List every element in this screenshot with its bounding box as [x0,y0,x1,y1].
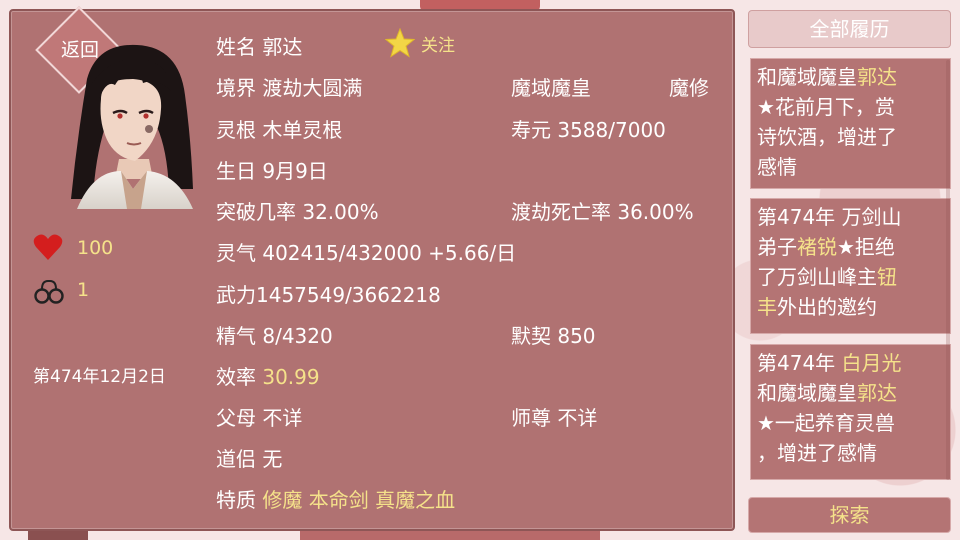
character-detail-panel: 返回 100 1 第474年12月2日 姓名 郭达 关注 境界 渡劫大圆满 魔域… [9,6,735,531]
master-label: 师尊 [511,406,551,430]
tacit-label: 默契 [511,324,551,348]
name-label: 姓名 [216,35,256,59]
history-entry: 第474年 白月光 和魔域魔皇郭达 ★一起养育灵兽 ，增进了感情 [750,344,951,480]
force-label: 武力 [216,283,256,307]
force-row: 武力1457549/3662218 [216,279,441,308]
history-line: 和魔域魔皇郭达 [757,378,944,408]
path-text: 魔修 [669,76,709,100]
history-text: 第474年 [757,351,842,375]
follow-button[interactable]: 关注 [385,28,455,58]
trait-tag[interactable]: 修魔 [262,488,302,512]
history-text: ★花前月下，赏 [757,95,895,119]
history-highlight: 白月光 [841,351,902,375]
history-line: 丰外出的邀约 [757,292,944,322]
history-text: ★拒绝 [837,235,895,259]
traits-row: 特质 修魔 本命剑 真魔之血 [216,484,455,513]
breakthrough-row: 突破几率 32.00% [216,196,379,225]
history-text: 第474年 万剑山 [757,205,902,229]
partner-row: 道侣 无 [216,443,282,472]
lifespan-row: 寿元 3588/7000 [511,114,666,143]
history-text: ，增进了感情 [757,441,877,465]
partner-value: 无 [262,447,283,471]
parents-value: 不详 [262,406,303,430]
tribulation-label: 渡劫死亡率 [511,200,611,224]
trait-tag[interactable]: 本命剑 [309,488,369,512]
history-line: 第474年 万剑山 [757,202,944,232]
name-value: 郭达 [262,35,303,59]
lifespan-value: 3588/7000 [557,118,666,142]
history-line: ★一起养育灵兽 [757,408,944,438]
root-value: 木单灵根 [262,118,343,142]
realm-row: 境界 渡劫大圆满 [216,72,362,101]
history-line: 弟子褚锐★拒绝 [757,232,944,262]
history-text: 感情 [757,155,797,179]
history-text: ★一起养育灵兽 [757,411,895,435]
history-highlight: 郭达 [857,381,897,405]
root-row: 灵根 木单灵根 [216,114,342,143]
history-text: 和魔域魔皇 [757,381,857,405]
tacit-row: 默契 850 [511,320,596,349]
history-line: 感情 [757,152,944,182]
history-text: 外出的邀约 [777,295,877,319]
partner-label: 道侣 [216,447,256,471]
heart-icon [33,234,63,260]
essence-row: 精气 8/4320 [216,320,333,349]
all-history-button[interactable]: 全部履历 [748,10,951,48]
qi-row: 灵气 402415/432000 +5.66/日 [216,237,516,266]
history-text: 了万剑山峰主 [757,265,877,289]
history-text: 和魔域魔皇 [757,65,857,89]
history-text: 诗饮酒，增进了 [757,125,897,149]
tacit-value: 850 [557,324,596,348]
heart-value: 100 [77,237,114,259]
history-line: ★花前月下，赏 [757,92,944,122]
essence-label: 精气 [216,324,256,348]
breakthrough-value: 32.00% [302,200,379,224]
follow-label[interactable]: 关注 [421,31,455,56]
master-row: 师尊 不详 [511,402,597,431]
history-text: 弟子 [757,235,797,259]
game-date: 第474年12月2日 [33,367,166,387]
trait-tag[interactable]: 真魔之血 [375,488,455,512]
history-line: 诗饮酒，增进了 [757,122,944,152]
history-highlight: 钮 [877,265,897,289]
realm-label: 境界 [216,76,256,100]
character-portrait [71,44,193,209]
parents-row: 父母 不详 [216,402,302,431]
history-highlight: 丰 [757,295,777,319]
history-scrollbar[interactable] [946,60,950,480]
explore-button[interactable]: 探索 [748,497,951,533]
tribulation-row: 渡劫死亡率 36.00% [511,196,694,225]
history-line: 第474年 白月光 [757,348,944,378]
name-row: 姓名 郭达 [216,31,302,60]
lifespan-label: 寿元 [511,118,551,142]
parents-label: 父母 [216,406,256,430]
history-highlight: 郭达 [857,65,897,89]
tribulation-value: 36.00% [617,200,694,224]
breakthrough-label: 突破几率 [216,200,296,224]
birthday-value: 9月9日 [262,159,328,183]
realm-value: 渡劫大圆满 [262,76,363,100]
history-line: ，增进了感情 [757,438,944,468]
traits-label: 特质 [216,488,256,512]
efficiency-value: 30.99 [262,365,320,389]
shackles-value: 1 [77,279,90,301]
history-line: 了万剑山峰主钮 [757,262,944,292]
force-value: 1457549/3662218 [256,283,441,307]
qi-label: 灵气 [216,241,256,265]
star-icon [385,28,415,58]
birthday-label: 生日 [216,159,256,183]
qi-value: 402415/432000 +5.66/日 [262,241,517,265]
master-value: 不详 [557,406,598,430]
efficiency-label: 效率 [216,365,256,389]
history-line: 和魔域魔皇郭达 [757,62,944,92]
efficiency-row: 效率 30.99 [216,361,320,390]
history-entry: 和魔域魔皇郭达 ★花前月下，赏 诗饮酒，增进了 感情 [750,58,951,189]
root-label: 灵根 [216,118,256,142]
history-highlight: 褚锐 [797,235,837,259]
birthday-row: 生日 9月9日 [216,155,328,184]
title-text: 魔域魔皇 [511,76,591,100]
essence-value: 8/4320 [262,324,333,348]
shackles-icon [34,280,64,304]
history-entry: 第474年 万剑山 弟子褚锐★拒绝 了万剑山峰主钮 丰外出的邀约 [750,198,951,334]
